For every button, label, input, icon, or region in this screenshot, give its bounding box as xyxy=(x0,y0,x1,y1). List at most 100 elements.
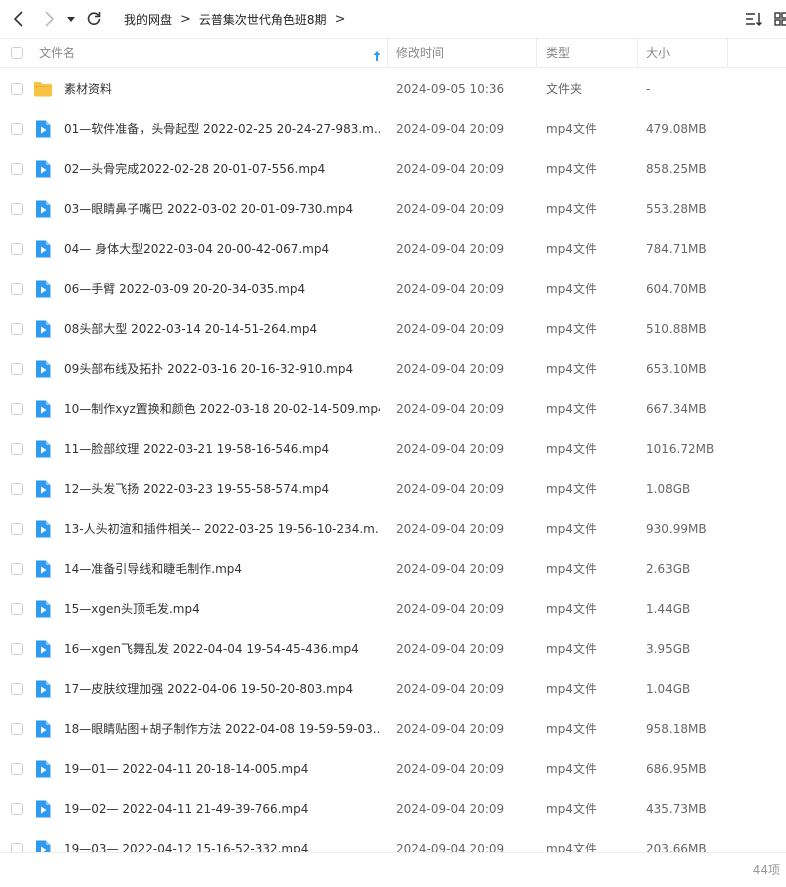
row-checkbox[interactable] xyxy=(11,763,23,775)
video-file-icon xyxy=(33,159,53,179)
file-row[interactable]: 19—02— 2022-04-11 21-49-39-766.mp4 2024-0… xyxy=(0,789,786,829)
row-checkbox[interactable] xyxy=(11,683,23,695)
file-type: mp4文件 xyxy=(546,162,597,176)
row-checkbox[interactable] xyxy=(11,83,23,95)
file-type: mp4文件 xyxy=(546,202,597,216)
video-file-icon xyxy=(33,839,53,852)
file-row[interactable]: 06—手臂 2022-03-09 20-20-34-035.mp4 2024-09… xyxy=(0,269,786,309)
file-modified-time: 2024-09-04 20:09 xyxy=(396,362,505,376)
chevron-left-icon xyxy=(13,11,23,27)
file-type: mp4文件 xyxy=(546,602,597,616)
file-name[interactable]: 15—xgen头顶毛发.mp4 xyxy=(64,589,380,629)
file-row[interactable]: 16—xgen飞舞乱发 2022-04-04 19-54-45-436.mp4 2… xyxy=(0,629,786,669)
file-row[interactable]: 01—软件准备，头骨起型 2022-02-25 20-24-27-983.m..… xyxy=(0,109,786,149)
file-size: 604.70MB xyxy=(646,282,707,296)
column-divider[interactable] xyxy=(727,39,728,67)
file-modified-time: 2024-09-04 20:09 xyxy=(396,522,505,536)
column-header-name[interactable]: 文件名 xyxy=(39,39,75,67)
file-name[interactable]: 19—03— 2022-04-12 15-16-52-332.mp4 xyxy=(64,829,380,852)
row-checkbox[interactable] xyxy=(11,283,23,295)
file-type: mp4文件 xyxy=(546,122,597,136)
row-checkbox[interactable] xyxy=(11,163,23,175)
item-count: 44项 xyxy=(752,863,780,877)
row-checkbox[interactable] xyxy=(11,723,23,735)
file-row[interactable]: 12—头发飞扬 2022-03-23 19-55-58-574.mp4 2024-… xyxy=(0,469,786,509)
column-header-type[interactable]: 类型 xyxy=(546,39,570,67)
history-dropdown-button[interactable] xyxy=(64,9,78,29)
file-row[interactable]: 08头部大型 2022-03-14 20-14-51-264.mp4 2024-0… xyxy=(0,309,786,349)
file-row[interactable]: 11—脸部纹理 2022-03-21 19-58-16-546.mp4 2024-… xyxy=(0,429,786,469)
row-checkbox[interactable] xyxy=(11,363,23,375)
status-bar: 44项 xyxy=(0,852,786,887)
file-name[interactable]: 03—眼睛鼻子嘴巴 2022-03-02 20-01-09-730.mp4 xyxy=(64,189,380,229)
column-header-size[interactable]: 大小 xyxy=(646,39,670,67)
file-name[interactable]: 02—头骨完成2022-02-28 20-01-07-556.mp4 xyxy=(64,149,380,189)
file-name[interactable]: 08头部大型 2022-03-14 20-14-51-264.mp4 xyxy=(64,309,380,349)
file-row[interactable]: 素材资料 2024-09-05 10:36 文件夹 - xyxy=(0,69,786,109)
file-name[interactable]: 11—脸部纹理 2022-03-21 19-58-16-546.mp4 xyxy=(64,429,380,469)
file-row[interactable]: 04— 身体大型2022-03-04 20-00-42-067.mp4 2024-… xyxy=(0,229,786,269)
file-row[interactable]: 17—皮肤纹理加强 2022-04-06 19-50-20-803.mp4 202… xyxy=(0,669,786,709)
file-modified-time: 2024-09-04 20:09 xyxy=(396,402,505,416)
file-name[interactable]: 18—眼睛贴图+胡子制作方法 2022-04-08 19-59-59-03... xyxy=(64,709,380,749)
column-divider[interactable] xyxy=(536,39,537,67)
file-size: 1.08GB xyxy=(646,482,691,496)
file-size: 553.28MB xyxy=(646,202,707,216)
file-name[interactable]: 06—手臂 2022-03-09 20-20-34-035.mp4 xyxy=(64,269,380,309)
breadcrumb-expand-icon[interactable]: > xyxy=(335,12,346,27)
file-size: 1.44GB xyxy=(646,602,691,616)
row-checkbox[interactable] xyxy=(11,203,23,215)
select-all-checkbox[interactable] xyxy=(11,47,23,59)
file-name[interactable]: 09头部布线及拓扑 2022-03-16 20-16-32-910.mp4 xyxy=(64,349,380,389)
row-checkbox[interactable] xyxy=(11,803,23,815)
column-divider[interactable] xyxy=(387,39,388,67)
file-row[interactable]: 19—03— 2022-04-12 15-16-52-332.mp4 2024-0… xyxy=(0,829,786,852)
row-checkbox[interactable] xyxy=(11,843,23,852)
view-mode-button[interactable] xyxy=(774,10,786,32)
file-name[interactable]: 19—02— 2022-04-11 21-49-39-766.mp4 xyxy=(64,789,380,829)
sort-options-button[interactable] xyxy=(745,10,763,32)
row-checkbox[interactable] xyxy=(11,483,23,495)
file-name[interactable]: 17—皮肤纹理加强 2022-04-06 19-50-20-803.mp4 xyxy=(64,669,380,709)
refresh-button[interactable] xyxy=(84,9,104,29)
back-button[interactable] xyxy=(9,9,29,29)
file-row[interactable]: 02—头骨完成2022-02-28 20-01-07-556.mp4 2024-0… xyxy=(0,149,786,189)
file-name[interactable]: 14—准备引导线和睫毛制作.mp4 xyxy=(64,549,380,589)
row-checkbox[interactable] xyxy=(11,243,23,255)
row-checkbox[interactable] xyxy=(11,643,23,655)
column-divider[interactable] xyxy=(637,39,638,67)
breadcrumb-current-folder[interactable]: 云普集次世代角色班8期 xyxy=(199,11,327,28)
file-row[interactable]: 09头部布线及拓扑 2022-03-16 20-16-32-910.mp4 202… xyxy=(0,349,786,389)
file-row[interactable]: 19—01— 2022-04-11 20-18-14-005.mp4 2024-0… xyxy=(0,749,786,789)
file-name[interactable]: 01—软件准备，头骨起型 2022-02-25 20-24-27-983.m..… xyxy=(64,109,380,149)
row-checkbox[interactable] xyxy=(11,563,23,575)
file-row[interactable]: 18—眼睛贴图+胡子制作方法 2022-04-08 19-59-59-03...… xyxy=(0,709,786,749)
row-checkbox[interactable] xyxy=(11,603,23,615)
row-checkbox[interactable] xyxy=(11,523,23,535)
file-size: 435.73MB xyxy=(646,802,707,816)
forward-button[interactable] xyxy=(39,9,59,29)
file-type: mp4文件 xyxy=(546,642,597,656)
file-row[interactable]: 14—准备引导线和睫毛制作.mp4 2024-09-04 20:09 mp4文件 2.… xyxy=(0,549,786,589)
file-name[interactable]: 16—xgen飞舞乱发 2022-04-04 19-54-45-436.mp4 xyxy=(64,629,380,669)
file-row[interactable]: 03—眼睛鼻子嘴巴 2022-03-02 20-01-09-730.mp4 202… xyxy=(0,189,786,229)
file-name[interactable]: 10—制作xyz置换和颜色 2022-03-18 20-02-14-509.mp… xyxy=(64,389,380,429)
row-checkbox[interactable] xyxy=(11,323,23,335)
row-checkbox[interactable] xyxy=(11,123,23,135)
column-header-modified[interactable]: 修改时间 xyxy=(396,39,444,67)
file-modified-time: 2024-09-05 10:36 xyxy=(396,82,505,96)
file-row[interactable]: 10—制作xyz置换和颜色 2022-03-18 20-02-14-509.mp… xyxy=(0,389,786,429)
breadcrumb-root[interactable]: 我的网盘 xyxy=(124,11,172,28)
video-file-icon xyxy=(33,279,53,299)
file-row[interactable]: 15—xgen头顶毛发.mp4 2024-09-04 20:09 mp4文件 1.44… xyxy=(0,589,786,629)
file-row[interactable]: 13-人头初渲和插件相关-- 2022-03-25 19-56-10-234.m… xyxy=(0,509,786,549)
file-name[interactable]: 素材资料 xyxy=(64,69,380,109)
row-checkbox[interactable] xyxy=(11,403,23,415)
file-name[interactable]: 04— 身体大型2022-03-04 20-00-42-067.mp4 xyxy=(64,229,380,269)
sort-ascending-icon[interactable] xyxy=(372,47,382,66)
file-name[interactable]: 19—01— 2022-04-11 20-18-14-005.mp4 xyxy=(64,749,380,789)
file-name[interactable]: 12—头发飞扬 2022-03-23 19-55-58-574.mp4 xyxy=(64,469,380,509)
file-size: 653.10MB xyxy=(646,362,707,376)
row-checkbox[interactable] xyxy=(11,443,23,455)
file-name[interactable]: 13-人头初渲和插件相关-- 2022-03-25 19-56-10-234.m… xyxy=(64,509,380,549)
